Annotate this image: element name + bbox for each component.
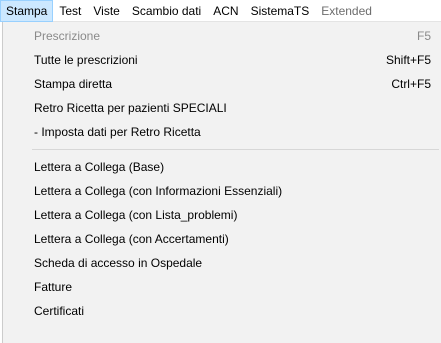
menu-item-imposta-dati-retro-ricetta[interactable]: - Imposta dati per Retro Ricetta <box>3 120 441 144</box>
menu-sistemats[interactable]: SistemaTS <box>245 0 316 22</box>
menu-item-label: Tutte le prescrizioni <box>34 53 138 67</box>
menu-item-shortcut: F5 <box>416 29 431 43</box>
menu-item-lettera-collega-lista-problemi[interactable]: Lettera a Collega (con Lista_problemi) <box>3 203 441 227</box>
menu-item-label: Retro Ricetta per pazienti SPECIALI <box>34 101 227 115</box>
menu-item-shortcut: Ctrl+F5 <box>391 77 431 91</box>
menu-item-label: Lettera a Collega (con Lista_problemi) <box>34 208 238 222</box>
menu-item-label: Scheda di accesso in Ospedale <box>34 256 203 270</box>
menu-extended[interactable]: Extended <box>315 0 378 22</box>
menu-item-tutte-le-prescrizioni[interactable]: Tutte le prescrizioni Shift+F5 <box>3 48 441 72</box>
menu-item-label: Lettera a Collega (con Informazioni Esse… <box>34 184 283 198</box>
menu-item-label: Certificati <box>34 304 85 318</box>
menu-item-lettera-collega-base[interactable]: Lettera a Collega (Base) <box>3 155 441 179</box>
menu-scambio-dati[interactable]: Scambio dati <box>126 0 207 22</box>
menu-item-label: Lettera a Collega (con Accertamenti) <box>34 232 229 246</box>
menu-item-stampa-diretta[interactable]: Stampa diretta Ctrl+F5 <box>3 72 441 96</box>
menu-item-label: - Imposta dati per Retro Ricetta <box>34 125 201 139</box>
menu-viste[interactable]: Viste <box>87 0 125 22</box>
menu-item-shortcut: Shift+F5 <box>385 53 431 67</box>
menu-item-label: Stampa diretta <box>34 77 113 91</box>
menu-separator <box>32 149 439 150</box>
menu-acn[interactable]: ACN <box>207 0 244 22</box>
menu-item-lettera-collega-accertamenti[interactable]: Lettera a Collega (con Accertamenti) <box>3 227 441 251</box>
menu-item-certificati[interactable]: Certificati <box>3 299 441 323</box>
menu-item-fatture[interactable]: Fatture <box>3 275 441 299</box>
menu-item-scheda-accesso-ospedale[interactable]: Scheda di accesso in Ospedale <box>3 251 441 275</box>
application-window: Stampa Test Viste Scambio dati ACN Siste… <box>0 0 441 343</box>
menu-bar: Stampa Test Viste Scambio dati ACN Siste… <box>0 0 441 22</box>
menu-item-label: Fatture <box>34 280 73 294</box>
menu-test[interactable]: Test <box>53 0 87 22</box>
menu-item-label: Prescrizione <box>34 29 101 43</box>
menu-stampa[interactable]: Stampa <box>0 0 54 22</box>
menu-item-prescrizione[interactable]: Prescrizione F5 <box>3 24 441 48</box>
menu-item-label: Lettera a Collega (Base) <box>34 160 165 174</box>
menu-item-lettera-collega-info-essenziali[interactable]: Lettera a Collega (con Informazioni Esse… <box>3 179 441 203</box>
stampa-dropdown-menu: Prescrizione F5 Tutte le prescrizioni Sh… <box>2 22 441 343</box>
menu-item-retro-ricetta[interactable]: Retro Ricetta per pazienti SPECIALI <box>3 96 441 120</box>
